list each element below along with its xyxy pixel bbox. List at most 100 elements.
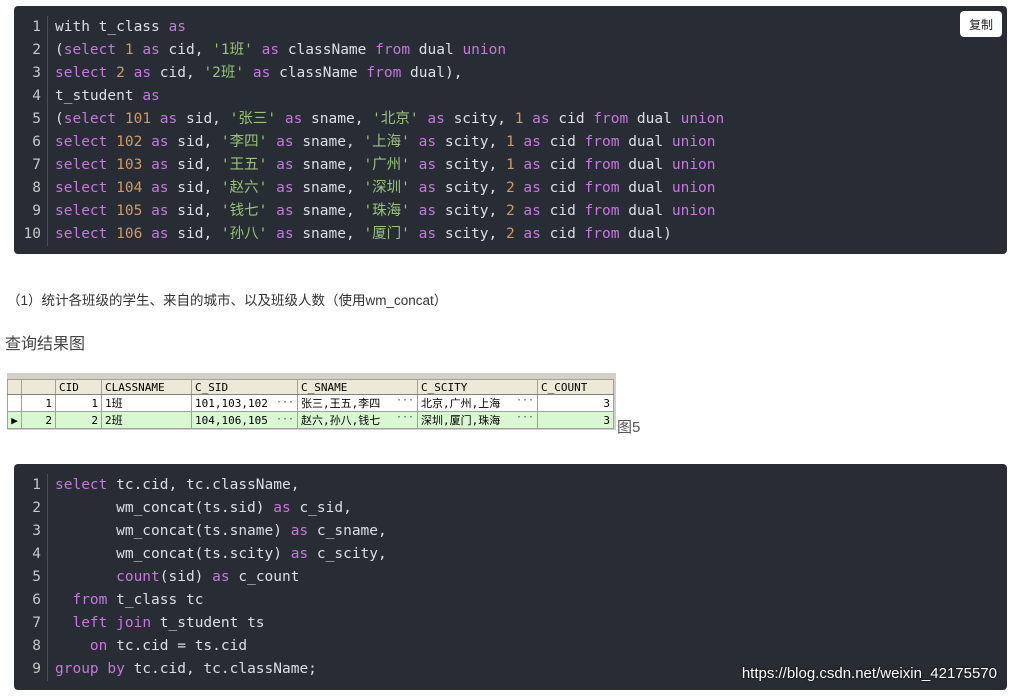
code-token: '王五' [220, 157, 268, 173]
ellipsis-button[interactable]: ··· [516, 413, 534, 424]
cell-text: 赵六,孙八,钱七 [301, 414, 381, 427]
code-token: '赵六' [220, 180, 268, 196]
table-row[interactable]: 1 1 1班 101,103,102 ··· 张三,王五,李四 ··· 北京,广州,… [7, 394, 614, 412]
code-token: cid [540, 180, 585, 196]
code-token: t_student [55, 88, 143, 104]
code-token: as [276, 203, 294, 219]
code-token: 1 [505, 157, 515, 173]
line-code: on tc.cid = ts.cid [48, 635, 247, 658]
column-header-classname[interactable]: CLASSNAME [101, 379, 192, 395]
cell-c-count[interactable]: 3 [537, 394, 614, 412]
code-token: dual [619, 157, 672, 173]
line-code: count(sid) as c_count [48, 566, 299, 589]
column-header-cid[interactable]: CID [55, 379, 102, 395]
code-token: as [273, 500, 291, 516]
column-header-c-count[interactable]: C_COUNT [537, 379, 614, 395]
code-token: sid, [168, 157, 221, 173]
cell-cid[interactable]: 1 [55, 394, 102, 412]
code-token: 105 [116, 203, 143, 219]
code-token: ( [55, 111, 64, 127]
grid-header-row: CID CLASSNAME C_SID C_SNAME C_SCITY C_CO… [7, 379, 614, 395]
code-token: '李四' [220, 134, 268, 150]
code-token: from [366, 65, 402, 81]
line-number: 8 [14, 177, 48, 200]
code-token: dual), [401, 65, 463, 81]
column-header-c-sname[interactable]: C_SNAME [297, 379, 418, 395]
code-token: as [523, 203, 541, 219]
cell-classname[interactable]: 1班 [101, 394, 192, 412]
line-number: 4 [14, 85, 48, 108]
code-token: scity, [436, 203, 506, 219]
line-code: wm_concat(ts.scity) as c_scity, [48, 543, 387, 566]
code-token: as [418, 180, 437, 196]
ellipsis-button[interactable]: ··· [396, 396, 414, 407]
cell-c-sid[interactable]: 104,106,105 ··· [191, 411, 298, 429]
line-code: from t_class tc [48, 589, 203, 612]
code-block-1: 复制 1 with t_class as 2 (select 1 as cid, '1… [14, 6, 1007, 254]
code-token: as [151, 180, 169, 196]
code-line: 5 count(sid) as c_count [14, 566, 1007, 589]
line-number: 8 [14, 635, 48, 658]
code-token: ( [55, 42, 64, 58]
code-token: union [671, 134, 716, 150]
column-header-c-scity[interactable]: C_SCITY [417, 379, 538, 395]
code-token: 2 [505, 226, 515, 242]
cell-c-sname[interactable]: 赵六,孙八,钱七 ··· [297, 411, 418, 429]
code-token: as [523, 180, 541, 196]
code-token: on [89, 638, 108, 654]
ellipsis-button[interactable]: ··· [276, 414, 294, 425]
code-token: union [671, 180, 716, 196]
code-token: from [584, 157, 620, 173]
ellipsis-button[interactable]: ··· [396, 413, 414, 424]
code-token: '深圳' [363, 180, 410, 196]
code-token: union [671, 157, 716, 173]
line-code: (select 101 as sid, '张三' as sname, '北京' … [48, 108, 724, 131]
code-token: as [418, 157, 437, 173]
cell-classname[interactable]: 2班 [101, 411, 192, 429]
code-line: 10 select 106 as sid, '孙八' as sname, '厦门'… [14, 223, 1007, 246]
line-code: wm_concat(ts.sname) as c_sname, [48, 520, 387, 543]
code-token: group [55, 661, 99, 677]
code-line: 4 t_student as [14, 85, 1007, 108]
cell-c-count[interactable]: 3 [537, 411, 614, 429]
line-code: left join t_student ts [48, 612, 264, 635]
code-line: 8 on tc.cid = ts.cid [14, 635, 1007, 658]
code-token: dual [619, 134, 672, 150]
cell-c-scity[interactable]: 深圳,厦门,珠海 ··· [417, 411, 538, 429]
code-token: as [159, 111, 178, 127]
cell-c-scity[interactable]: 北京,广州,上海 ··· [417, 394, 538, 412]
line-code: select 106 as sid, '孙八' as sname, '厦门' a… [48, 223, 672, 246]
code-token: '钱七' [220, 203, 268, 219]
ellipsis-button[interactable]: ··· [516, 396, 534, 407]
line-code: select 104 as sid, '赵六' as sname, '深圳' a… [48, 177, 716, 200]
code-token: union [671, 203, 716, 219]
column-header-c-sid[interactable]: C_SID [191, 379, 298, 395]
cell-c-sid[interactable]: 101,103,102 ··· [191, 394, 298, 412]
cell-text: 北京,广州,上海 [421, 397, 501, 410]
cell-cid[interactable]: 2 [55, 411, 102, 429]
code-token: select [63, 42, 117, 58]
row-number: 1 [21, 394, 56, 412]
code-line: 9 select 105 as sid, '钱七' as sname, '珠海' … [14, 200, 1007, 223]
code-line: 8 select 104 as sid, '赵六' as sname, '深圳' … [14, 177, 1007, 200]
code-token: select [55, 134, 108, 150]
code-token: 102 [116, 134, 143, 150]
code-token: by [107, 661, 125, 677]
code-token: 1 [124, 42, 134, 58]
line-number: 6 [14, 589, 48, 612]
cell-c-sname[interactable]: 张三,王五,李四 ··· [297, 394, 418, 412]
code-token: select [63, 111, 117, 127]
code-token: as [142, 88, 160, 104]
table-row[interactable]: ▶ 2 2 2班 104,106,105 ··· 赵六,孙八,钱七 ··· 深圳,厦… [7, 411, 614, 429]
line-number: 5 [14, 566, 48, 589]
ellipsis-button[interactable]: ··· [276, 397, 294, 408]
line-code: select tc.cid, tc.className, [48, 474, 299, 497]
